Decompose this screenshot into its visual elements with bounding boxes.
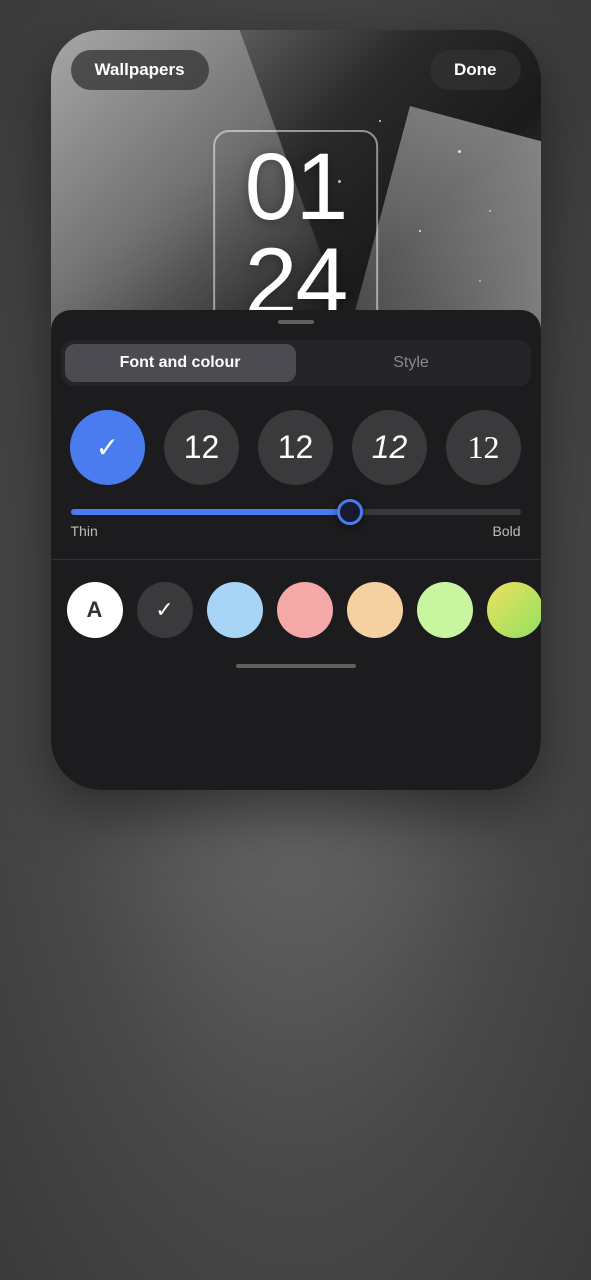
done-button[interactable]: Done — [430, 50, 521, 90]
color-check-icon: ✓ — [155, 597, 173, 623]
color-row: A ✓ — [51, 572, 541, 648]
color-white-a[interactable]: A — [67, 582, 123, 638]
slider-track[interactable] — [71, 509, 521, 515]
phone-mockup: Wallpapers Done 01 24 Tue 26 November ☁️… — [51, 30, 541, 790]
checkmark-icon: ✓ — [96, 431, 119, 464]
wallpapers-button[interactable]: Wallpapers — [71, 50, 209, 90]
clock-bracket: 01 24 — [213, 130, 379, 340]
font-num-thin: 12 — [184, 429, 220, 466]
slider-fill — [71, 509, 350, 515]
color-light-blue[interactable] — [207, 582, 263, 638]
color-light-green[interactable] — [417, 582, 473, 638]
color-peach[interactable] — [347, 582, 403, 638]
panel-handle — [278, 320, 314, 324]
bottom-panel: Font and colour Style ✓ 12 12 12 — [51, 310, 541, 790]
letter-a: A — [87, 597, 103, 623]
tab-font-colour[interactable]: Font and colour — [65, 344, 296, 382]
font-option-regular[interactable]: 12 — [258, 410, 333, 485]
home-indicator — [236, 664, 356, 668]
slider-max-label: Bold — [492, 523, 520, 539]
clock-hour: 01 — [245, 140, 347, 235]
font-option-check[interactable]: ✓ — [70, 410, 145, 485]
font-style-row: ✓ 12 12 12 12 — [51, 386, 541, 501]
slider-thumb[interactable] — [337, 499, 363, 525]
divider — [51, 559, 541, 560]
slider-section: Thin Bold — [51, 501, 541, 547]
color-gradient[interactable] — [487, 582, 541, 638]
font-option-serif[interactable]: 12 — [446, 410, 521, 485]
tab-style[interactable]: Style — [296, 344, 527, 382]
color-check[interactable]: ✓ — [137, 582, 193, 638]
font-num-serif: 12 — [468, 429, 500, 466]
slider-labels: Thin Bold — [71, 523, 521, 539]
top-buttons: Wallpapers Done — [51, 50, 541, 90]
font-num-regular: 12 — [278, 429, 314, 466]
font-option-medium[interactable]: 12 — [352, 410, 427, 485]
font-option-thin[interactable]: 12 — [164, 410, 239, 485]
phone-ui: Wallpapers Done 01 24 Tue 26 November ☁️… — [51, 30, 541, 790]
slider-min-label: Thin — [71, 523, 98, 539]
color-pink[interactable] — [277, 582, 333, 638]
tab-bar: Font and colour Style — [61, 340, 531, 386]
font-num-medium: 12 — [372, 429, 408, 466]
